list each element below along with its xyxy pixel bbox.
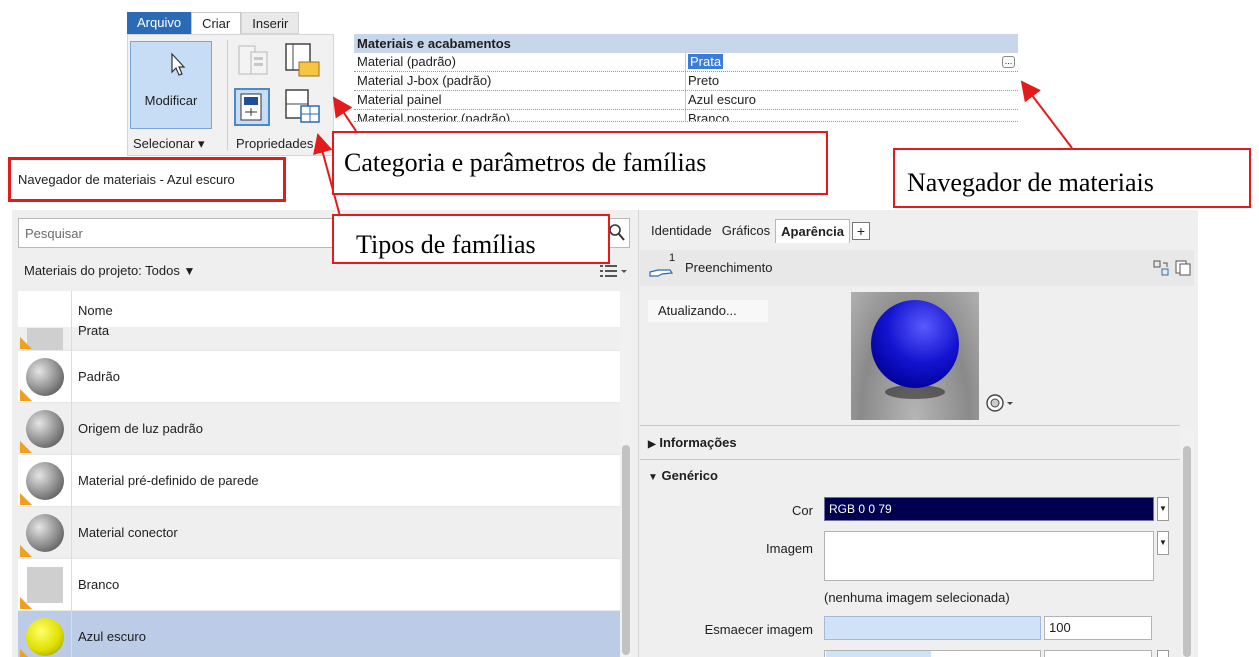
callout-categoria: Categoria e parâmetros de famílias [332,131,828,195]
callout-navegador: Navegador de materiais [893,148,1251,208]
arrow-categoria [332,96,357,132]
annotation-arrows [313,80,1073,217]
arrow-navegador [1020,80,1073,149]
callout-tipos: Tipos de famílias [332,214,610,264]
